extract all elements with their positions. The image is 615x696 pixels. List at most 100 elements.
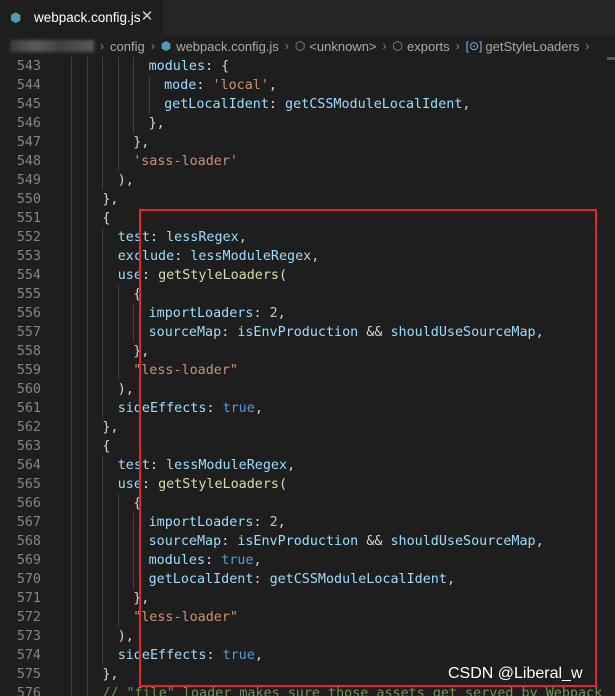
- indent-guide: [102, 398, 104, 418]
- code-line[interactable]: 548 'sass-loader': [0, 151, 615, 171]
- indent-guide: [71, 436, 73, 456]
- line-number: 560: [16, 381, 41, 397]
- code-text: },: [102, 665, 118, 684]
- indent-guide: [117, 57, 119, 76]
- line-number: 568: [16, 533, 41, 549]
- indent-guide: [117, 94, 119, 114]
- indent-guide: [102, 57, 104, 76]
- line-number: 574: [16, 647, 41, 663]
- chevron-right-icon: ›: [284, 39, 289, 53]
- indent-guide: [102, 550, 104, 570]
- breadcrumb-item-exports[interactable]: exports: [407, 39, 450, 54]
- line-number: 558: [16, 343, 41, 359]
- line-number: 576: [16, 685, 41, 696]
- code-text: {: [102, 209, 110, 228]
- indent-guide: [71, 626, 73, 646]
- indent-guide: [102, 94, 104, 114]
- code-token: {: [102, 438, 111, 454]
- indent-guide: [133, 550, 135, 570]
- indent-guide: [102, 569, 104, 589]
- indent-guide: [102, 322, 104, 342]
- scrollbar-thumb[interactable]: [607, 57, 615, 60]
- indent-guide: [86, 398, 88, 418]
- indent-guide: [102, 246, 104, 266]
- indent-guide: [86, 626, 88, 646]
- code-text: modules: {: [149, 57, 230, 76]
- indent-guide: [86, 645, 88, 665]
- indent-guide: [71, 379, 73, 399]
- indent-guide: [71, 569, 73, 589]
- indent-guide: [86, 455, 88, 475]
- chevron-right-icon: ›: [585, 39, 590, 53]
- breadcrumb-item-getstyleloaders[interactable]: getStyleLoaders: [485, 39, 579, 54]
- line-number: 546: [16, 115, 41, 131]
- indent-guide: [86, 550, 88, 570]
- line-number: 559: [16, 362, 41, 378]
- line-number: 554: [16, 267, 41, 283]
- indent-guide: [117, 360, 119, 380]
- code-token: },: [102, 666, 119, 682]
- code-token: ,: [268, 77, 277, 93]
- indent-guide: [117, 113, 119, 133]
- line-number: 562: [16, 419, 41, 435]
- indent-guide: [86, 227, 88, 247]
- indent-guide: [86, 246, 88, 266]
- code-line[interactable]: 544 mode: 'local',: [0, 75, 615, 95]
- breadcrumb: › config › ⬢ webpack.config.js › ⬡ <unkn…: [0, 35, 615, 57]
- indent-guide: [102, 341, 104, 361]
- indent-guide: [117, 588, 119, 608]
- indent-guide: [102, 379, 104, 399]
- code-token: },: [148, 115, 165, 131]
- indent-guide: [71, 208, 73, 228]
- code-line[interactable]: 550},: [0, 189, 615, 209]
- line-number: 569: [16, 552, 41, 568]
- code-token: {: [102, 210, 111, 226]
- indent-guide: [102, 170, 104, 190]
- code-text: ),: [118, 171, 134, 190]
- indent-guide: [102, 493, 104, 513]
- indent-guide: [71, 284, 73, 304]
- line-number: 552: [16, 229, 41, 245]
- code-line[interactable]: 549),: [0, 170, 615, 190]
- indent-guide: [86, 417, 88, 437]
- code-line[interactable]: 543 modules: {: [0, 57, 615, 76]
- indent-guide: [102, 303, 104, 323]
- close-icon[interactable]: ✕: [139, 8, 155, 26]
- indent-guide: [102, 227, 104, 247]
- indent-guide: [71, 664, 73, 684]
- indent-guide: [86, 94, 88, 114]
- chevron-right-icon: ›: [382, 39, 387, 53]
- indent-guide: [117, 151, 119, 171]
- line-number: 557: [16, 324, 41, 340]
- indent-guide: [71, 303, 73, 323]
- code-line[interactable]: 547},: [0, 132, 615, 152]
- indent-guide: [117, 493, 119, 513]
- breadcrumb-item-file[interactable]: webpack.config.js: [176, 39, 279, 54]
- code-text: mode: 'local',: [164, 76, 277, 95]
- indent-guide: [102, 626, 104, 646]
- line-number: 549: [16, 172, 41, 188]
- code-text: 'sass-loader': [133, 152, 238, 171]
- vertical-scrollbar[interactable]: [607, 57, 615, 696]
- code-token: },: [133, 134, 150, 150]
- indent-guide: [117, 569, 119, 589]
- indent-guide: [102, 455, 104, 475]
- code-text: },: [149, 114, 165, 133]
- code-text: ),: [118, 380, 134, 399]
- breadcrumb-item-config[interactable]: config: [110, 39, 145, 54]
- indent-guide: [117, 341, 119, 361]
- webpack-js-icon: ⬢: [160, 39, 172, 53]
- indent-guide: [71, 132, 73, 152]
- indent-guide: [71, 246, 73, 266]
- indent-guide: [71, 588, 73, 608]
- indent-guide: [102, 113, 104, 133]
- code-line[interactable]: 545 getLocalIdent: getCSSModuleLocalIdent…: [0, 94, 615, 114]
- code-line[interactable]: 546},: [0, 113, 615, 133]
- editor-tab-webpack-config[interactable]: ⬢ webpack.config.js ✕: [0, 0, 163, 35]
- indent-guide: [86, 284, 88, 304]
- breadcrumb-item-unknown[interactable]: <unknown>: [309, 39, 376, 54]
- indent-guide: [71, 227, 73, 247]
- module-symbol-icon: ⬡: [294, 39, 306, 53]
- indent-guide: [86, 360, 88, 380]
- indent-guide: [86, 341, 88, 361]
